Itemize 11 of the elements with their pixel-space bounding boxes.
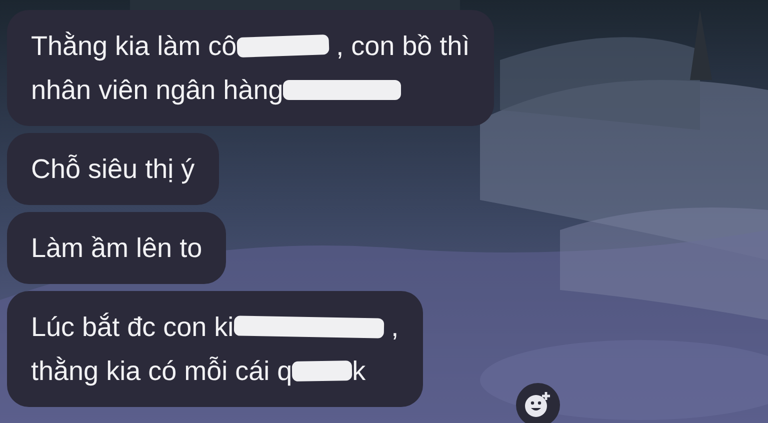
message-text: ,	[390, 310, 399, 344]
emoji-add-icon	[524, 391, 552, 419]
message-text: nhân viên ngân hàng	[31, 74, 284, 107]
message-text: Thằng kia làm cô	[31, 30, 237, 63]
message-text: Làm ầm lên to	[31, 232, 202, 265]
message-text: k	[352, 354, 366, 388]
message-text: thằng kia có mỗi cái q	[31, 354, 292, 388]
scribble-mark	[292, 360, 352, 382]
message-text: , con bồ thì	[335, 30, 470, 63]
message-text: Lúc bắt đc con ki	[31, 310, 234, 344]
message-text: Chỗ siêu thị ý	[31, 152, 195, 186]
